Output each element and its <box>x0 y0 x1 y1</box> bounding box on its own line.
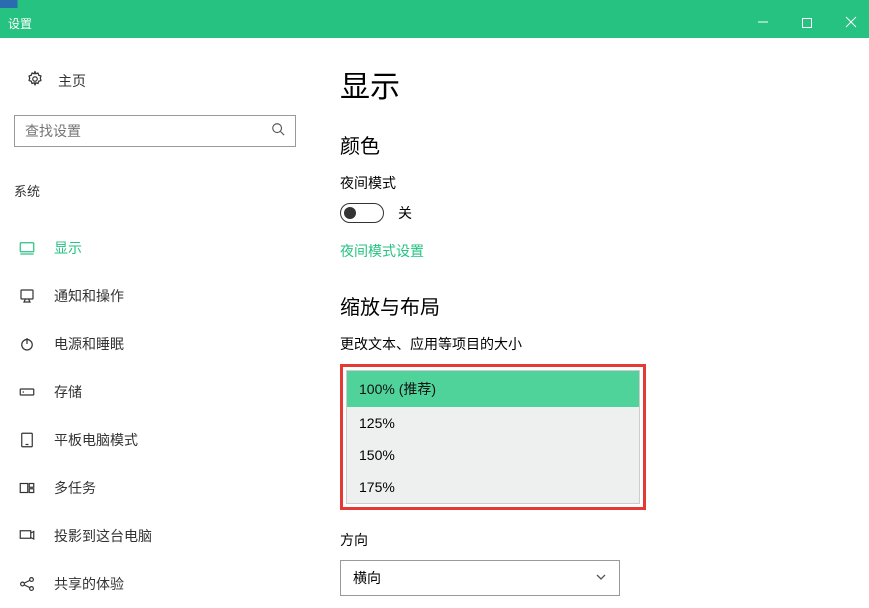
sidebar-item-label: 平板电脑模式 <box>54 430 138 450</box>
main-content: 显示 颜色 夜间模式 关 夜间模式设置 缩放与布局 更改文本、应用等项目的大小 … <box>310 38 869 591</box>
orientation-value: 横向 <box>353 568 381 588</box>
night-mode-label: 夜间模式 <box>340 173 839 193</box>
night-mode-settings-link[interactable]: 夜间模式设置 <box>340 241 424 261</box>
sidebar-item-label: 电源和睡眠 <box>54 334 124 354</box>
toggle-knob <box>344 207 356 219</box>
window-title: 设置 <box>8 15 753 32</box>
home-label: 主页 <box>58 71 86 91</box>
window-top-edge <box>0 0 869 8</box>
sidebar-section-label: 系统 <box>14 181 296 200</box>
title-bar[interactable]: 设置 <box>0 8 869 38</box>
page-title: 显示 <box>340 62 839 106</box>
tablet-icon <box>18 431 36 449</box>
toggle-state-text: 关 <box>398 203 412 223</box>
window-controls <box>753 16 861 31</box>
annotation-highlight: 100% (推荐) 125% 150% 175% <box>340 364 646 510</box>
sidebar-item-project[interactable]: 投影到这台电脑 <box>14 512 296 560</box>
home-button[interactable]: 主页 <box>14 64 296 97</box>
multitask-icon <box>18 479 36 497</box>
scale-field-label: 更改文本、应用等项目的大小 <box>340 334 839 354</box>
night-mode-toggle[interactable] <box>340 203 384 223</box>
scale-option-150[interactable]: 150% <box>347 439 639 471</box>
search-icon <box>271 122 285 141</box>
notification-icon <box>18 287 36 305</box>
scale-option-100[interactable]: 100% (推荐) <box>347 371 639 407</box>
orientation-label: 方向 <box>340 530 839 550</box>
sidebar-item-shared[interactable]: 共享的体验 <box>14 560 296 608</box>
sidebar: 主页 系统 显示 <box>0 38 310 591</box>
sidebar-item-power[interactable]: 电源和睡眠 <box>14 320 296 368</box>
storage-icon <box>18 383 36 401</box>
minimize-button[interactable] <box>753 16 773 31</box>
maximize-button[interactable] <box>797 16 817 31</box>
sidebar-item-label: 显示 <box>54 238 82 258</box>
scale-option-125[interactable]: 125% <box>347 407 639 439</box>
scale-heading: 缩放与布局 <box>340 291 839 320</box>
sidebar-item-label: 共享的体验 <box>54 574 124 594</box>
color-heading: 颜色 <box>340 130 839 159</box>
sidebar-item-storage[interactable]: 存储 <box>14 368 296 416</box>
gear-icon <box>26 70 44 91</box>
sidebar-item-label: 通知和操作 <box>54 286 124 306</box>
sidebar-item-notifications[interactable]: 通知和操作 <box>14 272 296 320</box>
monitor-icon <box>18 239 36 257</box>
project-icon <box>18 527 36 545</box>
search-input[interactable] <box>25 123 271 139</box>
sidebar-nav: 显示 通知和操作 电源和睡眠 存储 <box>14 224 296 608</box>
sidebar-item-tablet[interactable]: 平板电脑模式 <box>14 416 296 464</box>
share-icon <box>18 575 36 593</box>
search-input-wrapper[interactable] <box>14 115 296 147</box>
sidebar-item-display[interactable]: 显示 <box>14 224 296 272</box>
scale-dropdown[interactable]: 100% (推荐) 125% 150% 175% <box>346 370 640 504</box>
sidebar-item-label: 投影到这台电脑 <box>54 526 152 546</box>
sidebar-item-label: 存储 <box>54 382 82 402</box>
sidebar-item-multitask[interactable]: 多任务 <box>14 464 296 512</box>
power-icon <box>18 335 36 353</box>
sidebar-item-label: 多任务 <box>54 478 96 498</box>
chevron-down-icon <box>595 570 607 586</box>
close-button[interactable] <box>841 16 861 31</box>
scale-option-175[interactable]: 175% <box>347 471 639 503</box>
